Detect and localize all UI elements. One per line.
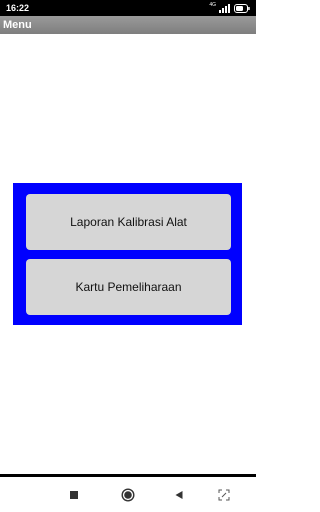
laporan-kalibrasi-alat-button[interactable]: Laporan Kalibrasi Alat [26,194,231,250]
back-icon [175,491,183,499]
status-bar: 16:22 4G [0,0,256,16]
back-button[interactable] [171,487,187,503]
recent-apps-icon [70,491,78,499]
home-icon [121,488,135,502]
app-title-bar: Menu [0,16,256,34]
system-nav-bar [0,474,256,512]
signal-icon [219,3,230,13]
status-icons: 4G [209,3,250,13]
page-title: Menu [3,19,32,31]
network-type-label: 4G [209,2,216,8]
menu-panel: Laporan Kalibrasi Alat Kartu Pemeliharaa… [13,183,242,325]
recent-apps-button[interactable] [66,487,82,503]
battery-icon [234,3,250,13]
kartu-pemeliharaan-button[interactable]: Kartu Pemeliharaan [26,259,231,315]
screenshot-button[interactable] [216,487,232,503]
home-button[interactable] [120,487,136,503]
screenshot-icon [218,489,230,501]
status-time: 16:22 [6,3,30,13]
